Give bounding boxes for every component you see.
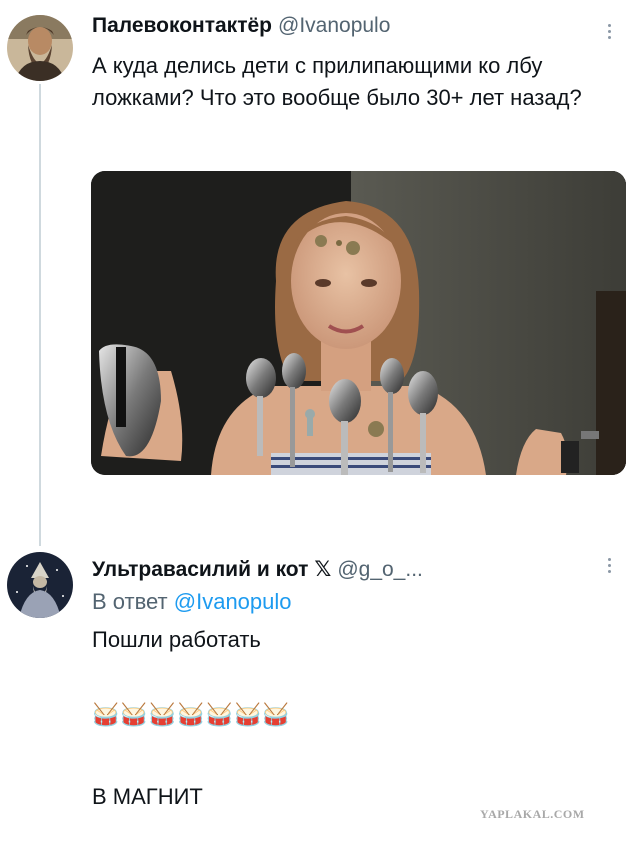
tweet1-avatar[interactable]	[7, 15, 73, 81]
thread-connector-line	[39, 84, 41, 546]
reply-prefix: В ответ	[92, 589, 168, 614]
tweet2-text-line3: В МАГНИТ	[92, 784, 203, 809]
tweet2-avatar[interactable]	[7, 552, 73, 618]
drum-emoji-row: 🥁🥁🥁🥁🥁🥁🥁	[92, 702, 291, 727]
tweet1-handle[interactable]: @Ivanopulo	[278, 14, 390, 38]
tweet1-display-name[interactable]: Палевоконтактёр	[92, 14, 272, 38]
tweet2-author-line: Ультравасилий и кот 𝕏 @g_o_...	[92, 557, 423, 582]
x-logo-icon: 𝕏	[314, 558, 332, 581]
reply-to-line: В ответ @Ivanopulo	[92, 589, 292, 615]
tweet2-text-line1: Пошли работать	[92, 627, 261, 652]
reply-mention-link[interactable]: @Ivanopulo	[174, 589, 292, 614]
more-vertical-icon[interactable]	[606, 24, 612, 39]
tweet2-handle[interactable]: @g_o_...	[337, 558, 423, 582]
tweet1-text: А куда делись дети с прилипающими ко лбу…	[92, 53, 582, 110]
more-vertical-icon[interactable]	[606, 558, 612, 573]
watermark: YAPLAKAL.COM	[480, 807, 585, 821]
tweet1-photo[interactable]	[91, 171, 626, 475]
tweet1-author-line: Палевоконтактёр @Ivanopulo	[92, 14, 390, 38]
tweet2-display-name[interactable]: Ультравасилий и кот	[92, 558, 308, 582]
